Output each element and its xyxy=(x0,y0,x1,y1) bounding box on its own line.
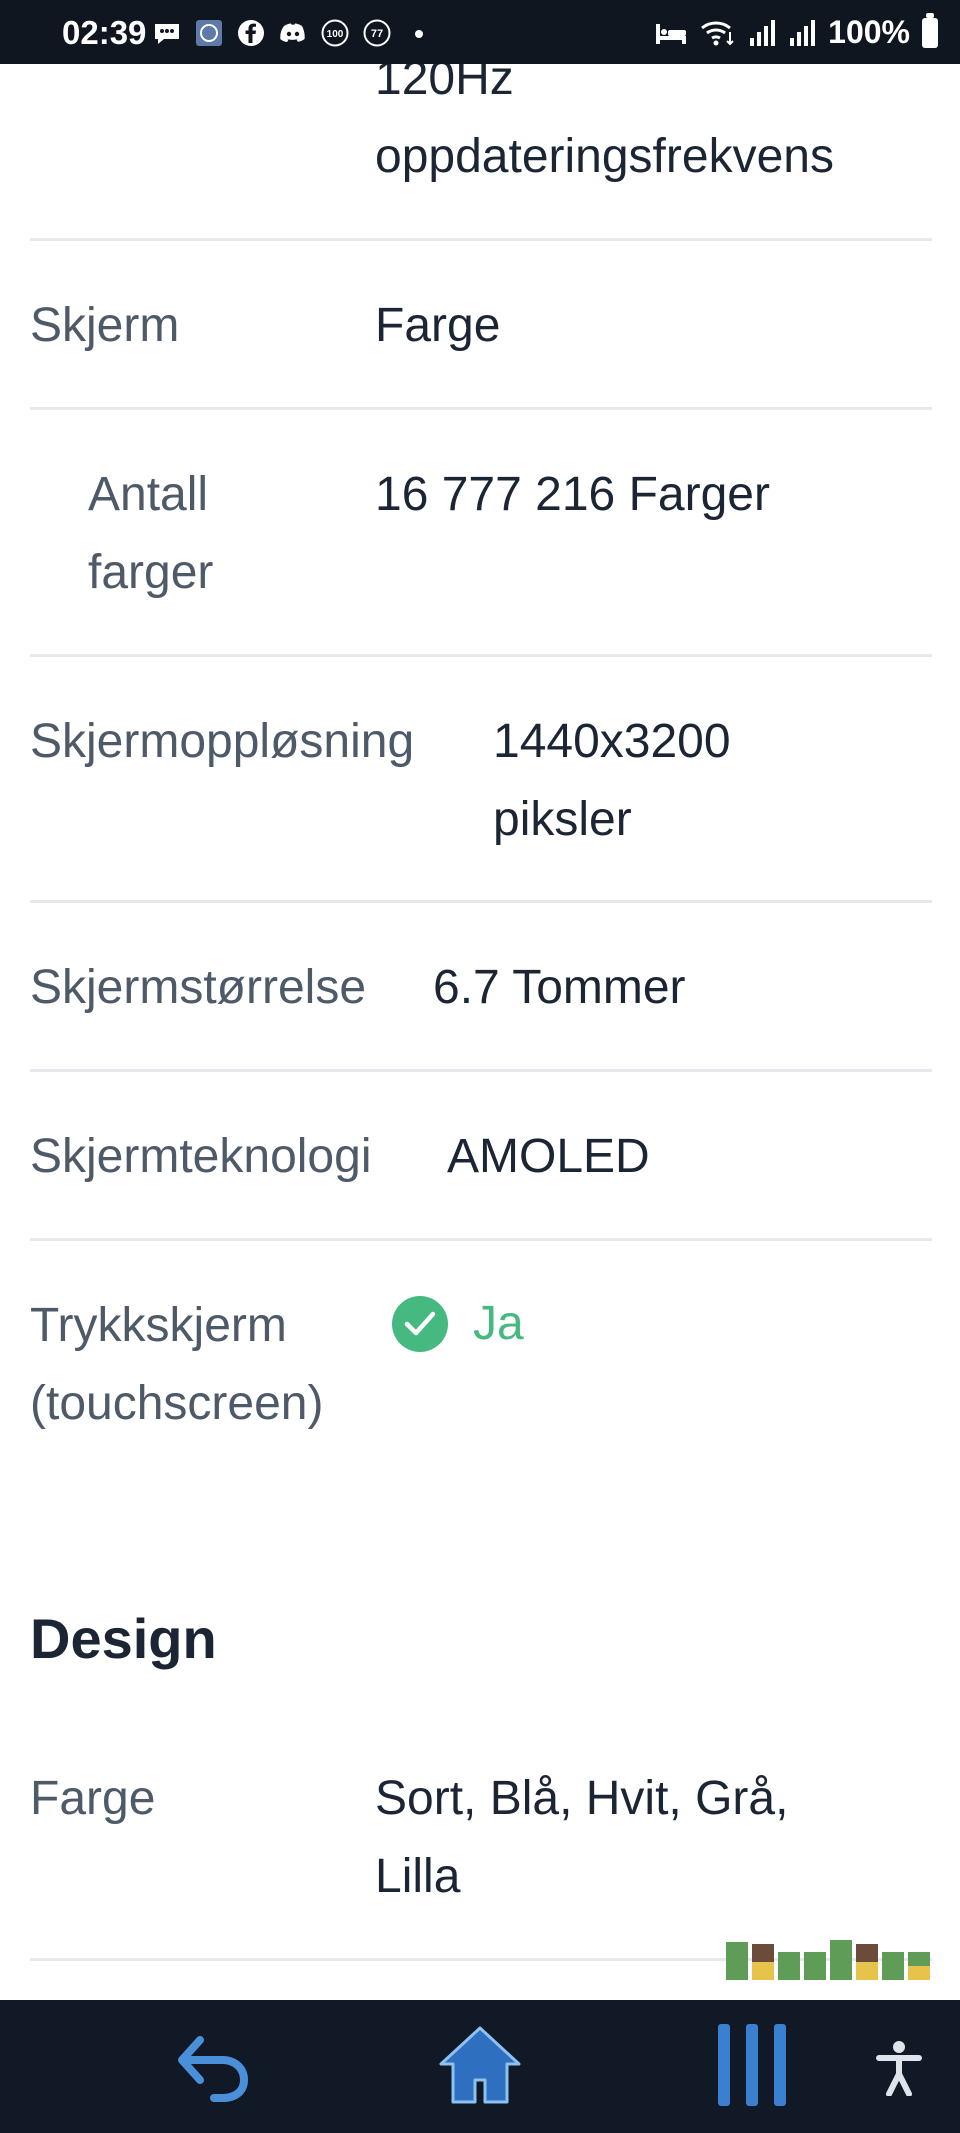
bed-icon xyxy=(656,23,687,44)
spec-label-trykk-line2: (touchscreen) xyxy=(30,1377,324,1430)
dot-icon xyxy=(415,30,423,38)
spec-label-antall-line2: farger xyxy=(88,546,214,599)
spec-value-trykk: Ja xyxy=(473,1297,524,1350)
battery-icon xyxy=(922,12,938,48)
spec-value-skjerm: Farge xyxy=(375,299,501,352)
row-divider xyxy=(30,1069,932,1072)
spec-value-opplosning-line2: piksler xyxy=(493,793,632,846)
spec-value-opplosning-line1: 1440x3200 xyxy=(493,715,731,768)
row-divider xyxy=(30,900,932,903)
spec-label-trykk-line1: Trykkskjerm xyxy=(30,1299,287,1352)
row-divider xyxy=(30,238,932,241)
signal-icon-2 xyxy=(790,19,816,46)
facebook-icon xyxy=(238,20,264,46)
overlay-bars-icon xyxy=(726,1940,930,1980)
svg-text:77: 77 xyxy=(371,28,383,40)
spec-value-teknologi: AMOLED xyxy=(447,1130,650,1183)
wifi-icon xyxy=(701,20,734,45)
navigation-bar xyxy=(0,2000,960,2133)
signal-icon xyxy=(750,19,776,46)
status-time: 02:39 xyxy=(62,14,147,51)
notification-icons: 100 77 xyxy=(152,18,434,48)
section-title-design: Design xyxy=(30,1607,217,1670)
badge-100-icon: 100 xyxy=(321,19,349,47)
home-icon[interactable] xyxy=(435,2020,525,2110)
spec-label-storrelse: Skjermstørrelse xyxy=(30,961,367,1014)
discord-icon xyxy=(280,23,305,42)
row-divider xyxy=(30,654,932,657)
chat-bubble-icon xyxy=(155,24,179,44)
app-icon xyxy=(196,20,222,46)
battery-percent: 100% xyxy=(828,14,910,50)
svg-text:100: 100 xyxy=(327,29,344,40)
spec-label-farge: Farge xyxy=(30,1772,156,1825)
row-divider xyxy=(30,1238,932,1241)
status-bar: 02:39 100 77 100% xyxy=(0,0,960,64)
spec-label-antall-line1: Antall xyxy=(88,468,209,521)
back-icon[interactable] xyxy=(170,2020,260,2110)
spec-label-opplosning: Skjermoppløsning xyxy=(30,715,415,768)
spec-label-teknologi: Skjermteknologi xyxy=(30,1130,372,1183)
spec-value-farge-line2: Lilla xyxy=(375,1850,461,1903)
refresh-rate-value-line2: oppdateringsfrekvens xyxy=(375,130,834,183)
check-circle-icon xyxy=(392,1296,448,1352)
recents-icon[interactable] xyxy=(712,2020,792,2110)
spec-value-antall: 16 777 216 Farger xyxy=(375,468,770,521)
spec-label-skjerm: Skjerm xyxy=(30,299,180,352)
spec-value-farge-line1: Sort, Blå, Hvit, Grå, xyxy=(375,1772,789,1825)
badge-77-icon: 77 xyxy=(363,19,391,47)
accessibility-icon[interactable] xyxy=(874,2040,924,2096)
system-icons: 100% xyxy=(654,12,938,51)
row-divider xyxy=(30,407,932,410)
spec-value-storrelse: 6.7 Tommer xyxy=(433,961,686,1014)
